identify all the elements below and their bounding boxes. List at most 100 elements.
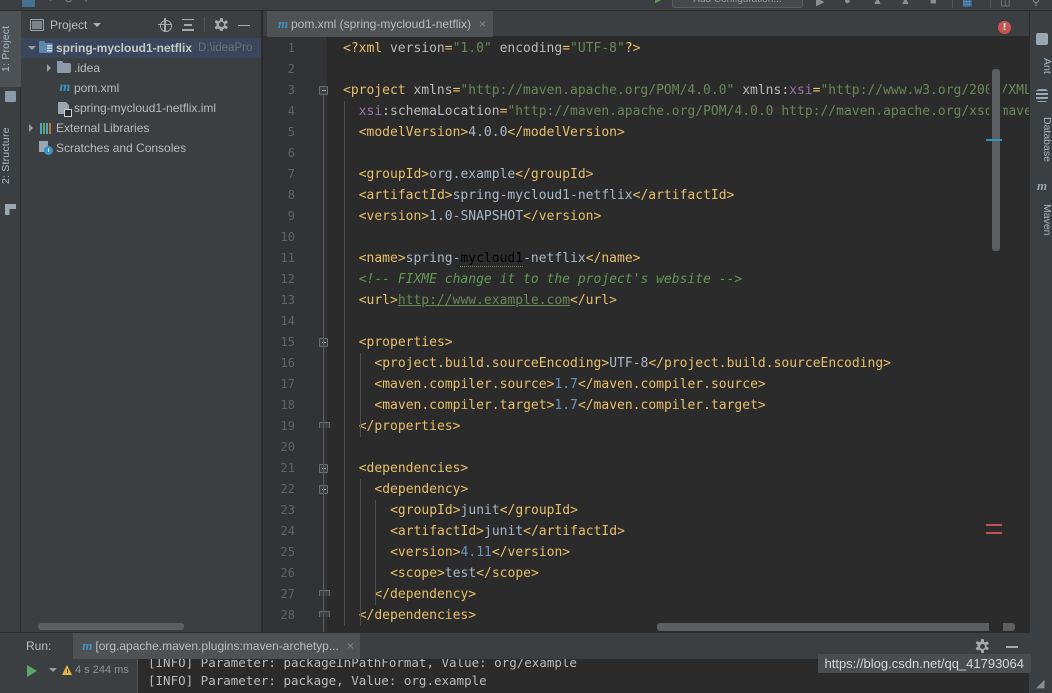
- code-token: encoding: [499, 41, 563, 56]
- run-icon[interactable]: ▶: [655, 0, 663, 5]
- project-tree[interactable]: spring-mycloud1-netflix D:\ideaPro .idea…: [21, 38, 261, 626]
- marker-stripe[interactable]: [986, 532, 1002, 534]
- line-number: 28: [280, 608, 295, 622]
- project-horizontal-scrollbar[interactable]: [21, 620, 261, 632]
- rerun-icon[interactable]: [27, 665, 37, 677]
- run-test-tree[interactable]: 4 s 244 ms: [43, 659, 138, 693]
- stop-icon[interactable]: ■: [930, 0, 937, 7]
- settings-icon[interactable]: ◫: [1000, 0, 1010, 8]
- code-line[interactable]: <maven.compiler.source>1.7</maven.compil…: [374, 374, 765, 395]
- gear-icon[interactable]: [975, 639, 989, 653]
- run-configuration-selector[interactable]: Add Configuration...: [672, 0, 803, 8]
- code-line[interactable]: <dependencies>: [359, 458, 469, 479]
- editor-tab-pom-xml[interactable]: m pom.xml (spring-mycloud1-netflix) ×: [267, 11, 494, 37]
- marker-stripe[interactable]: [986, 139, 1002, 141]
- locate-icon[interactable]: [158, 17, 172, 32]
- editor-code[interactable]: <?xml version="1.0" encoding="UTF-8"?> <p…: [327, 37, 1052, 632]
- scrollbar-thumb[interactable]: [38, 623, 184, 630]
- code-line[interactable]: <groupId>junit</groupId>: [390, 500, 578, 521]
- indent-guide: [359, 353, 361, 437]
- maven-icon: m: [59, 80, 71, 95]
- sidebar-item-database[interactable]: Database: [1030, 105, 1052, 173]
- gear-icon[interactable]: [214, 17, 228, 32]
- marker-stripe[interactable]: [986, 524, 1002, 526]
- undo-icon[interactable]: ↩: [82, 0, 95, 7]
- code-line[interactable]: <name>spring-mycloud1-netflix</name>: [359, 248, 641, 269]
- coverage-icon[interactable]: ▲: [900, 0, 911, 7]
- tree-item-iml[interactable]: spring-mycloud1-netflix.iml: [21, 98, 261, 118]
- code-line[interactable]: <maven.compiler.target>1.7</maven.compil…: [374, 395, 765, 416]
- code-line[interactable]: <url>http://www.example.com</url>: [359, 290, 617, 311]
- error-status-icon[interactable]: !: [998, 21, 1011, 34]
- code-line[interactable]: <project xmlns="http://maven.apache.org/…: [343, 80, 1052, 101]
- expand-twisty-icon[interactable]: [25, 38, 38, 58]
- code-line[interactable]: </properties>: [359, 416, 461, 437]
- toolbar-divider: [204, 17, 205, 32]
- code-line[interactable]: </dependencies>: [359, 605, 476, 626]
- maven-tab-label: Maven: [1041, 204, 1052, 236]
- structure-tab-label: 2: Structure: [0, 127, 12, 185]
- code-token: </modelVersion>: [507, 125, 625, 140]
- code-line[interactable]: <artifactId>junit</artifactId>: [390, 521, 625, 542]
- tree-item-idea[interactable]: .idea: [21, 58, 261, 78]
- chevron-down-icon[interactable]: [93, 22, 102, 27]
- code-token: </dependencies>: [358, 608, 477, 623]
- code-line[interactable]: <version>4.11</version>: [390, 542, 570, 563]
- code-token: </scope>: [476, 566, 539, 581]
- code-token: <scope>: [390, 566, 445, 581]
- sync-icon[interactable]: ↻: [62, 0, 75, 7]
- run-tree-row[interactable]: 4 s 244 ms: [43, 661, 138, 679]
- editor-horizontal-scrollbar[interactable]: [657, 623, 1015, 631]
- minimize-icon[interactable]: [237, 18, 251, 32]
- open-project-icon[interactable]: [22, 0, 35, 7]
- code-line[interactable]: <dependency>: [374, 479, 468, 500]
- tree-item-label: spring-mycloud1-netflix: [56, 41, 193, 55]
- sidebar-item-project[interactable]: 1: Project: [0, 11, 21, 87]
- code-token: <project: [343, 83, 414, 98]
- run-button-icon[interactable]: ▶: [816, 0, 824, 8]
- profile-icon[interactable]: ▲: [872, 0, 883, 7]
- editor-tab-bar: m pom.xml (spring-mycloud1-netflix) ×: [263, 11, 1029, 37]
- code-token: version: [389, 41, 445, 56]
- save-all-icon[interactable]: ↷: [42, 0, 55, 7]
- tree-item-module[interactable]: spring-mycloud1-netflix D:\ideaPro: [21, 38, 261, 58]
- code-line[interactable]: <groupId>org.example</groupId>: [359, 164, 594, 185]
- tree-item-pom[interactable]: m pom.xml: [21, 78, 261, 98]
- collapse-twisty-icon[interactable]: [43, 58, 56, 78]
- sidebar-item-ant[interactable]: Ant: [1030, 47, 1052, 85]
- line-number: 26: [280, 566, 295, 580]
- warning-icon: [62, 665, 73, 675]
- line-number: 16: [280, 356, 295, 370]
- code-line[interactable]: <?xml version="1.0" encoding="UTF-8"?>: [343, 38, 640, 59]
- editor-marker-gutter[interactable]: [986, 37, 1006, 632]
- debug-icon[interactable]: ●: [844, 0, 851, 7]
- collapse-all-icon[interactable]: [181, 18, 195, 32]
- editor-gutter[interactable]: 1 2 3 4 5 6 7 8 9 10 11 12 13 14 15 16 17 18 19 20 21 22 23 24 2…: [263, 37, 328, 640]
- code-line[interactable]: <modelVersion>4.0.0</modelVersion>: [359, 122, 625, 143]
- close-icon[interactable]: ×: [347, 640, 354, 652]
- tree-item-label: spring-mycloud1-netflix.iml: [74, 101, 217, 115]
- minimize-icon[interactable]: [1005, 639, 1019, 653]
- code-line[interactable]: <properties>: [359, 332, 453, 353]
- layout-icon[interactable]: ▦: [962, 0, 972, 8]
- tree-item-label: pom.xml: [74, 81, 120, 95]
- tree-item-external-libraries[interactable]: External Libraries: [21, 118, 261, 138]
- tree-item-scratches[interactable]: Scratches and Consoles: [21, 138, 261, 158]
- run-tab[interactable]: m [org.apache.maven.plugins:maven-archet…: [73, 633, 360, 659]
- sidebar-item-maven[interactable]: Maven: [1030, 195, 1052, 245]
- code-line[interactable]: xsi:schemaLocation="http://maven.apache.…: [359, 101, 1052, 122]
- code-token: :schemaLocation: [382, 104, 500, 119]
- tree-item-label: External Libraries: [56, 121, 150, 135]
- close-icon[interactable]: ×: [479, 18, 486, 30]
- code-line[interactable]: <version>1.0-SNAPSHOT</version>: [359, 206, 602, 227]
- code-line[interactable]: <artifactId>spring-mycloud1-netflix</art…: [359, 185, 735, 206]
- expand-twisty-icon[interactable]: [49, 668, 57, 672]
- search-everywhere-icon[interactable]: ⚲: [1032, 0, 1040, 8]
- resize-grip-icon[interactable]: ◢: [1036, 677, 1050, 691]
- collapse-twisty-icon[interactable]: [25, 118, 38, 138]
- code-line[interactable]: </dependency>: [374, 584, 476, 605]
- code-line[interactable]: <project.build.sourceEncoding>UTF-8</pro…: [374, 353, 891, 374]
- code-line[interactable]: <scope>test</scope>: [390, 563, 539, 584]
- code-line[interactable]: <!-- FIXME change it to the project's we…: [359, 269, 743, 290]
- sidebar-item-structure[interactable]: 2: Structure: [0, 111, 21, 201]
